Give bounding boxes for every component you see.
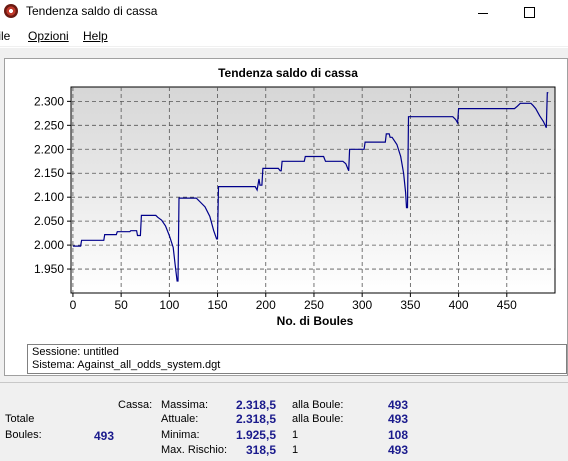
y-tick-label: 2.100 (34, 190, 64, 204)
system-name: Sistema: Against_all_odds_system.dgt (32, 359, 221, 371)
maximize-icon (523, 6, 535, 18)
attuale-boule-label: alla Boule: (292, 413, 344, 425)
attuale-boule-value: 493 (387, 412, 408, 426)
massima-value: 2.318,5 (235, 398, 276, 412)
plot-area (70, 86, 556, 294)
x-tick-label: 100 (159, 298, 179, 312)
massima-boule-value: 493 (387, 398, 408, 412)
chart-title: Tendenza saldo di cassa (218, 66, 358, 80)
maximize-button[interactable] (506, 0, 552, 24)
massima-label: Massima: (161, 399, 209, 411)
stats-panel (0, 382, 568, 461)
minima-boule-value: 108 (387, 428, 408, 442)
minimize-button[interactable] (460, 0, 506, 24)
x-tick-label: 450 (497, 298, 517, 312)
menu-file[interactable]: File (0, 29, 10, 43)
x-axis-label: No. di Boules (277, 314, 354, 328)
cassa-label: Cassa: (118, 399, 153, 411)
session-info-box: Sessione: untitled Sistema: Against_all_… (27, 344, 567, 374)
x-tick-label: 200 (256, 298, 276, 312)
minima-boule-label: 1 (292, 429, 299, 441)
massima-boule-label: alla Boule: (292, 399, 344, 411)
x-tick-label: 300 (352, 298, 372, 312)
y-tick-label: 2.050 (34, 214, 64, 228)
x-tick-label: 0 (70, 298, 77, 312)
attuale-value: 2.318,5 (235, 412, 276, 426)
y-tick-label: 2.150 (34, 166, 64, 180)
totale-label: Totale (5, 413, 35, 425)
x-tick-label: 150 (208, 298, 228, 312)
y-tick-label: 1.950 (34, 262, 64, 276)
menu-bar: File Opzioni Help (0, 26, 568, 47)
x-tick-label: 400 (449, 298, 469, 312)
y-tick-label: 2.200 (34, 142, 64, 156)
balance-trend-chart: Tendenza saldo di cassa 0 50 100 150 200 250 3… (34, 66, 556, 328)
y-tick-label: 2.300 (34, 94, 64, 108)
max-rischio-label: Max. Rischio: (161, 444, 228, 456)
y-tick-label: 2.000 (34, 238, 64, 252)
chart-panel: Tendenza saldo di cassa 0 50 100 150 200 250 3… (4, 58, 568, 376)
x-tick-label: 250 (304, 298, 324, 312)
menu-help[interactable]: Help (83, 29, 108, 43)
max-rischio-value: 318,5 (245, 443, 276, 457)
boules-value: 493 (93, 429, 114, 443)
minima-value: 1.925,5 (235, 428, 276, 442)
title-bar: Tendenza saldo di cassa (0, 0, 568, 24)
x-tick-label: 50 (114, 298, 128, 312)
attuale-label: Attuale: (161, 413, 199, 425)
session-name: Sessione: untitled (32, 346, 119, 358)
minima-label: Minima: (161, 429, 200, 441)
y-tick-label: 2.250 (34, 118, 64, 132)
window-title: Tendenza saldo di cassa (26, 4, 158, 18)
menu-opzioni[interactable]: Opzioni (28, 29, 69, 43)
max-rischio-boule-label: 1 (292, 444, 299, 456)
minimize-icon (478, 12, 488, 14)
max-rischio-boule-value: 493 (387, 443, 408, 457)
x-tick-label: 350 (400, 298, 420, 312)
boules-label: Boules: (5, 429, 42, 441)
roulette-app-icon (4, 4, 18, 18)
